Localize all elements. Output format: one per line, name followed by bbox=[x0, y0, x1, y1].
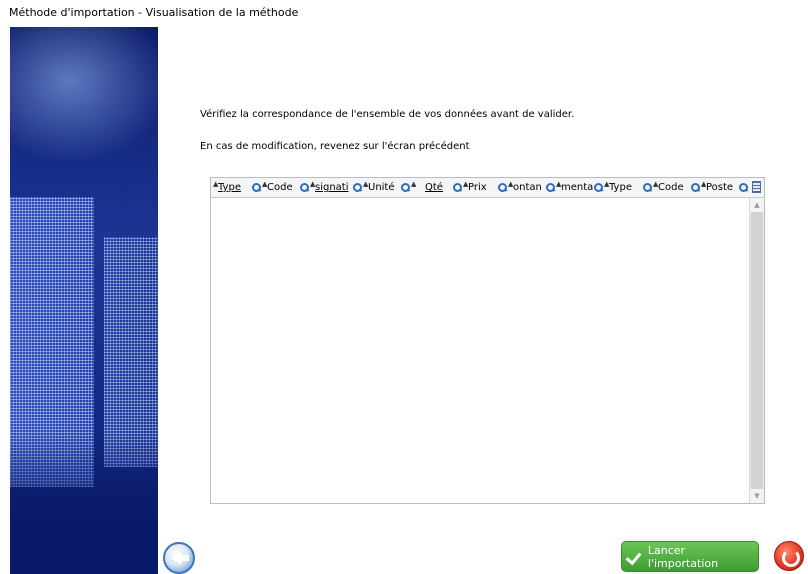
banner-fade bbox=[10, 434, 158, 574]
back-button[interactable] bbox=[163, 542, 195, 574]
magnifier-icon[interactable] bbox=[251, 182, 262, 193]
launch-import-button[interactable]: Lancer l'importation bbox=[621, 541, 759, 572]
cancel-button[interactable] bbox=[774, 541, 804, 571]
magnifier-icon[interactable] bbox=[738, 182, 749, 193]
column-header-designation[interactable]: ▲ signati bbox=[310, 178, 363, 197]
magnifier-icon[interactable] bbox=[352, 182, 363, 193]
magnifier-icon[interactable] bbox=[642, 182, 653, 193]
column-header-poste[interactable]: ▲ Poste bbox=[701, 178, 749, 197]
magnifier-icon[interactable] bbox=[545, 182, 556, 193]
launch-import-label: Lancer l'importation bbox=[647, 543, 719, 570]
magnifier-icon[interactable] bbox=[497, 182, 508, 193]
scroll-up-icon[interactable]: ▲ bbox=[750, 198, 764, 212]
scroll-down-icon[interactable]: ▼ bbox=[750, 489, 764, 503]
checkmark-icon bbox=[626, 548, 644, 566]
banner-swoosh bbox=[10, 27, 158, 177]
column-settings-icon[interactable] bbox=[752, 181, 761, 193]
column-header-qte[interactable]: ▲ Qté bbox=[411, 178, 463, 197]
column-label: Qté bbox=[425, 182, 443, 193]
column-label: Code bbox=[658, 182, 684, 193]
column-label: signati bbox=[315, 182, 349, 193]
column-header-commentaire[interactable]: ▲ menta bbox=[556, 178, 604, 197]
column-header-code-2[interactable]: ▲ Code bbox=[653, 178, 701, 197]
magnifier-icon[interactable] bbox=[593, 182, 604, 193]
magnifier-icon[interactable] bbox=[452, 182, 463, 193]
column-label: Unité bbox=[368, 182, 395, 193]
column-label: Type bbox=[609, 182, 632, 193]
window-title: Méthode d'importation - Visualisation de… bbox=[9, 6, 299, 19]
cancel-icon bbox=[782, 549, 800, 567]
scroll-track[interactable] bbox=[751, 212, 763, 489]
column-header-code[interactable]: ▲ Code bbox=[262, 178, 310, 197]
column-label: Prix bbox=[468, 182, 487, 193]
data-grid[interactable]: ▲ Type ▲ Code ▲ signati ▲ Unité ▲ Qté ▲ … bbox=[210, 177, 765, 504]
column-header-prix[interactable]: ▲ Prix bbox=[463, 178, 508, 197]
column-label: menta bbox=[561, 182, 593, 193]
title-bar: Méthode d'importation - Visualisation de… bbox=[0, 0, 808, 26]
back-arrow-shaft bbox=[179, 555, 189, 561]
side-banner-image bbox=[10, 27, 158, 574]
column-header-montant[interactable]: ▲ ontan bbox=[508, 178, 556, 197]
column-label: Code bbox=[267, 182, 293, 193]
column-header-type[interactable]: ▲ Type bbox=[211, 178, 262, 197]
grid-vertical-scrollbar[interactable]: ▲ ▼ bbox=[749, 198, 764, 503]
instruction-line-2: En cas de modification, revenez sur l'éc… bbox=[200, 141, 470, 152]
column-label: Type bbox=[218, 182, 241, 193]
instruction-line-1: Vérifiez la correspondance de l'ensemble… bbox=[200, 109, 575, 120]
magnifier-icon[interactable] bbox=[400, 182, 411, 193]
magnifier-icon[interactable] bbox=[299, 182, 310, 193]
magnifier-icon[interactable] bbox=[690, 182, 701, 193]
column-header-unite[interactable]: ▲ Unité bbox=[363, 178, 411, 197]
banner-building-right bbox=[104, 237, 158, 467]
grid-header: ▲ Type ▲ Code ▲ signati ▲ Unité ▲ Qté ▲ … bbox=[211, 178, 764, 198]
column-header-type-2[interactable]: ▲ Type bbox=[604, 178, 653, 197]
column-label: ontan bbox=[513, 182, 542, 193]
column-label: Poste bbox=[706, 182, 734, 193]
